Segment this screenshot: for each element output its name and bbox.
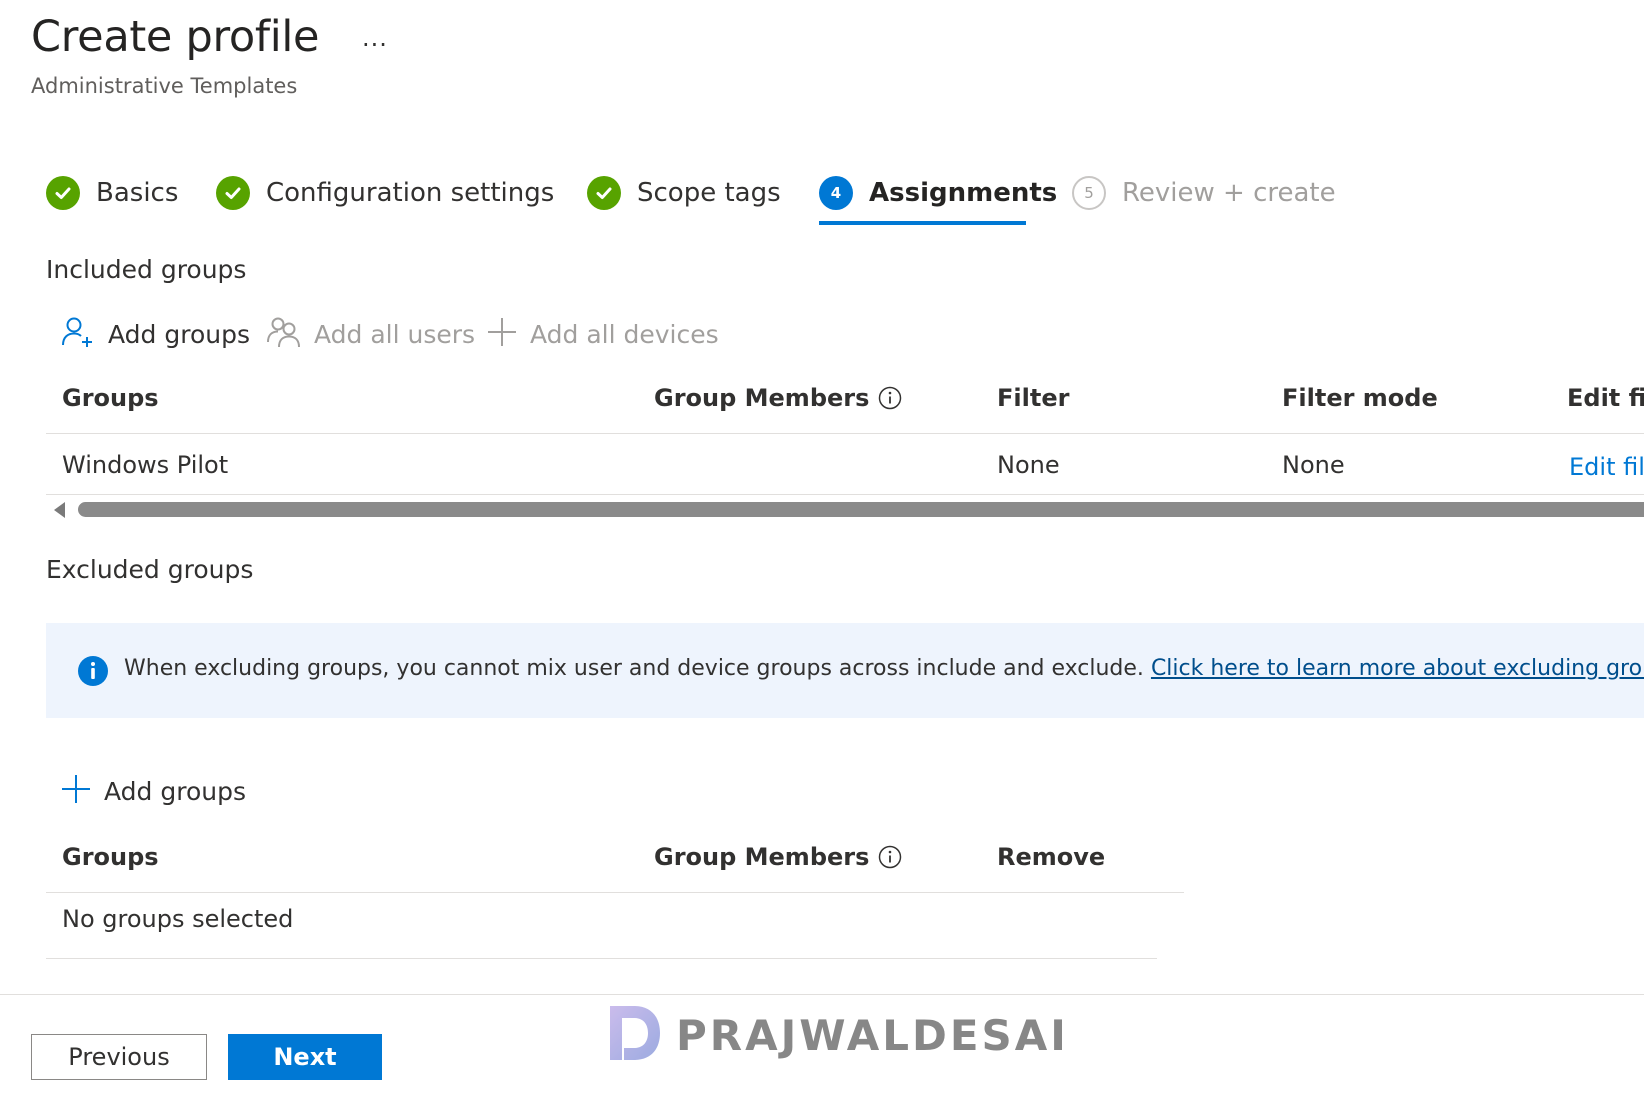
exclude-add-groups-button[interactable]: Add groups	[60, 771, 246, 811]
active-step-indicator	[819, 221, 1026, 225]
wizard-step-assignments[interactable]: 4 Assignments	[819, 172, 1057, 214]
checkmark-icon	[587, 176, 621, 210]
column-header-remove: Remove	[997, 843, 1106, 871]
column-header-groups: Groups	[62, 843, 159, 871]
column-header-group-members: Group Members	[654, 384, 902, 412]
checkmark-icon	[216, 176, 250, 210]
divider	[46, 958, 1157, 959]
divider	[46, 494, 1644, 495]
page-title: Create profile	[31, 12, 320, 62]
wizard-step-label: Basics	[96, 178, 179, 208]
wizard-step-label: Configuration settings	[266, 178, 555, 208]
cell-group-name: Windows Pilot	[62, 451, 229, 479]
step-number-badge: 5	[1072, 176, 1106, 210]
cell-filter: None	[997, 451, 1060, 479]
footer-divider	[0, 994, 1644, 995]
info-icon	[77, 655, 109, 687]
plus-icon	[486, 316, 518, 352]
add-all-devices-label: Add all devices	[530, 319, 719, 349]
info-icon[interactable]	[878, 386, 902, 410]
column-header-filter-mode: Filter mode	[1282, 384, 1438, 412]
wizard-step-review-create[interactable]: 5 Review + create	[1072, 172, 1336, 214]
checkmark-icon	[46, 176, 80, 210]
watermark-logo-icon	[606, 1002, 664, 1068]
add-all-users-button[interactable]: Add all users	[266, 314, 475, 354]
column-header-filter: Filter	[997, 384, 1070, 412]
add-all-devices-button[interactable]: Add all devices	[486, 314, 719, 354]
horizontal-scrollbar-thumb[interactable]	[78, 502, 1644, 517]
wizard-step-basics[interactable]: Basics	[46, 172, 178, 214]
divider	[46, 433, 1644, 434]
watermark: PRAJWALDESAI	[606, 1002, 1069, 1068]
column-header-groups: Groups	[62, 384, 159, 412]
add-person-icon	[60, 314, 96, 354]
scroll-left-arrow[interactable]	[54, 502, 65, 518]
people-icon	[266, 314, 302, 354]
column-header-edit-filter: Edit filter	[1567, 384, 1644, 412]
more-options-button[interactable]: ...	[362, 24, 388, 52]
info-message: When excluding groups, you cannot mix us…	[124, 656, 1644, 681]
info-message-text: When excluding groups, you cannot mix us…	[124, 656, 1144, 681]
empty-state-text: No groups selected	[62, 905, 294, 933]
wizard-step-label: Scope tags	[637, 178, 781, 208]
info-icon[interactable]	[878, 845, 902, 869]
included-groups-heading: Included groups	[46, 255, 247, 284]
edit-filter-link[interactable]: Edit filter	[1569, 453, 1644, 481]
add-groups-label: Add groups	[104, 776, 246, 806]
wizard-step-label: Review + create	[1122, 178, 1336, 208]
column-header-group-members: Group Members	[654, 843, 902, 871]
watermark-text: PRAJWALDESAI	[676, 1010, 1069, 1060]
plus-icon	[60, 773, 92, 809]
add-groups-button[interactable]: Add groups	[60, 314, 250, 354]
previous-button[interactable]: Previous	[31, 1034, 207, 1080]
step-number-badge: 4	[819, 176, 853, 210]
next-button[interactable]: Next	[228, 1034, 382, 1080]
wizard-step-configuration-settings[interactable]: Configuration settings	[216, 172, 554, 214]
wizard-step-scope-tags[interactable]: Scope tags	[587, 172, 781, 214]
cell-filter-mode: None	[1282, 451, 1345, 479]
add-all-users-label: Add all users	[314, 319, 476, 349]
page-subtitle: Administrative Templates	[31, 74, 298, 98]
wizard-step-label: Assignments	[869, 178, 1058, 208]
add-groups-label: Add groups	[108, 319, 250, 349]
excluded-groups-heading: Excluded groups	[46, 555, 254, 584]
divider	[46, 892, 1184, 893]
learn-more-link[interactable]: Click here to learn more about excluding…	[1151, 656, 1644, 681]
